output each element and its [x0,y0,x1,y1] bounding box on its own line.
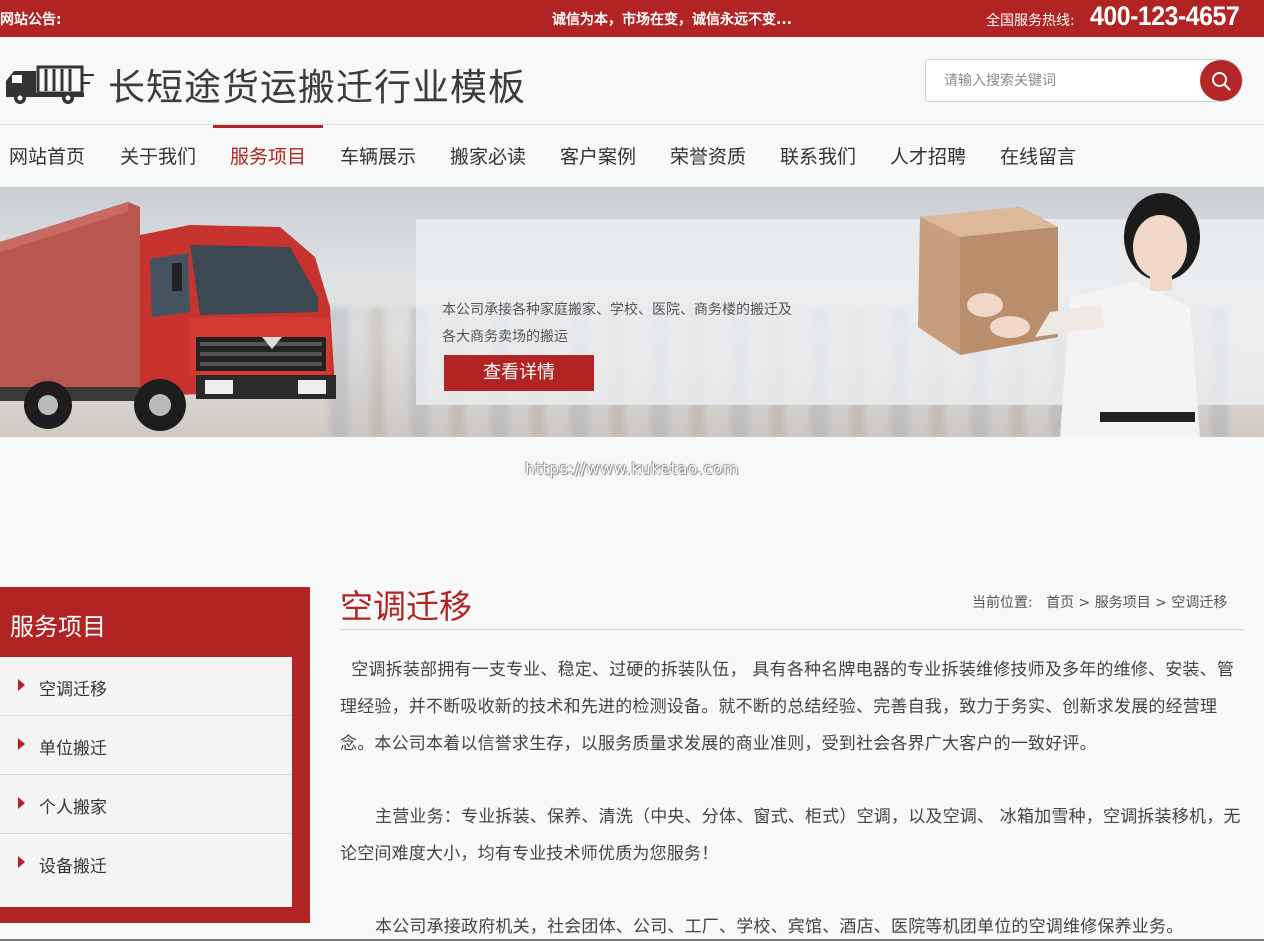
sidebar-item-ac-relocation[interactable]: 空调迁移 [0,657,292,716]
truck-icon[interactable] [4,61,98,105]
banner-text-line-2: 各大商务卖场的搬运 [442,329,568,345]
sidebar-item-label: 单位搬迁 [39,739,107,759]
nav-item-moving-guide[interactable]: 搬家必读 [433,125,543,187]
watermark-url: https://www.kuketao.com [524,459,740,478]
sidebar-item-label: 个人搬家 [39,798,107,818]
sidebar-item-label: 设备搬迁 [39,857,107,877]
breadcrumb: 当前位置: 首页 > 服务项目 > 空调迁移 [972,592,1227,612]
content-paragraph-2: 主营业务：专业拆装、保养、清洗（中央、分体、窗式、柜式）空调，以及空调、 冰箱加… [340,807,1241,864]
sidebar-item-equipment-moving[interactable]: 设备搬迁 [0,834,292,893]
main-nav: 网站首页 关于我们 服务项目 车辆展示 搬家必读 客户案例 荣誉资质 联系我们 … [0,125,1264,187]
hero-banner: 本公司承接各种家庭搬家、学校、医院、商务楼的搬迁及 各大商务卖场的搬运 查看详情 [0,187,1264,437]
title-divider [340,629,1243,630]
search-icon [1212,71,1231,91]
breadcrumb-current-link[interactable]: 空调迁移 [1171,595,1227,611]
search-button[interactable] [1200,60,1242,101]
sidebar-item-label: 空调迁移 [39,680,107,700]
site-header: 长短途货运搬迁行业模板 [0,37,1264,125]
nav-item-cases[interactable]: 客户案例 [543,125,653,187]
nav-item-home[interactable]: 网站首页 [0,125,102,187]
sidebar-item-office-moving[interactable]: 单位搬迁 [0,716,292,775]
search-box [925,59,1243,102]
breadcrumb-home-link[interactable]: 首页 [1046,595,1074,611]
nav-item-services[interactable]: 服务项目 [213,125,323,187]
notice-label: 网站公告: [0,12,62,28]
nav-item-honors[interactable]: 荣誉资质 [653,125,763,187]
content-paragraph-1: 空调拆装部拥有一支专业、稳定、过硬的拆装队伍， 具有各种名牌电器的专业拆装维修技… [340,660,1235,754]
sidebar-list: 空调迁移 单位搬迁 个人搬家 设备搬迁 [0,657,292,907]
view-details-button[interactable]: 查看详情 [444,355,594,391]
search-input[interactable] [926,60,1196,101]
triangle-right-icon [18,679,25,691]
truck-image [0,202,336,431]
sidebar: 服务项目 空调迁移 单位搬迁 个人搬家 设备搬迁 [0,587,310,923]
breadcrumb-separator: > [1078,595,1091,611]
nav-item-contact[interactable]: 联系我们 [763,125,873,187]
breadcrumb-separator: > [1155,595,1167,611]
top-notice-bar: 网站公告: 诚信为本，市场在变，诚信永远不变... 全国服务热线: 400-12… [0,0,1264,37]
triangle-right-icon [18,856,25,868]
breadcrumb-prefix: 当前位置: [972,595,1033,611]
triangle-right-icon [18,738,25,750]
nav-item-about[interactable]: 关于我们 [103,125,213,187]
nav-item-message[interactable]: 在线留言 [983,125,1093,187]
nav-item-vehicles[interactable]: 车辆展示 [323,125,433,187]
site-title[interactable]: 长短途货运搬迁行业模板 [108,57,526,111]
hotline-number: 400-123-4657 [1090,1,1240,31]
mover-woman-image [918,193,1200,437]
banner-text-line-1: 本公司承接各种家庭搬家、学校、医院、商务楼的搬迁及 [442,302,792,318]
nav-item-careers[interactable]: 人才招聘 [873,125,983,187]
banner-text: 本公司承接各种家庭搬家、学校、医院、商务楼的搬迁及 各大商务卖场的搬运 [442,297,792,351]
triangle-right-icon [18,797,25,809]
content-paragraph-3: 本公司承接政府机关，社会团体、公司、工厂、学校、宾馆、酒店、医院等机团单位的空调… [375,917,1184,937]
sidebar-item-home-moving[interactable]: 个人搬家 [0,775,292,834]
notice-slogan: 诚信为本，市场在变，诚信永远不变... [552,12,792,28]
hotline-label: 全国服务热线: [986,13,1075,29]
sidebar-title: 服务项目 [10,613,106,641]
page-title: 空调迁移 [340,587,472,626]
breadcrumb-services-link[interactable]: 服务项目 [1095,595,1151,611]
